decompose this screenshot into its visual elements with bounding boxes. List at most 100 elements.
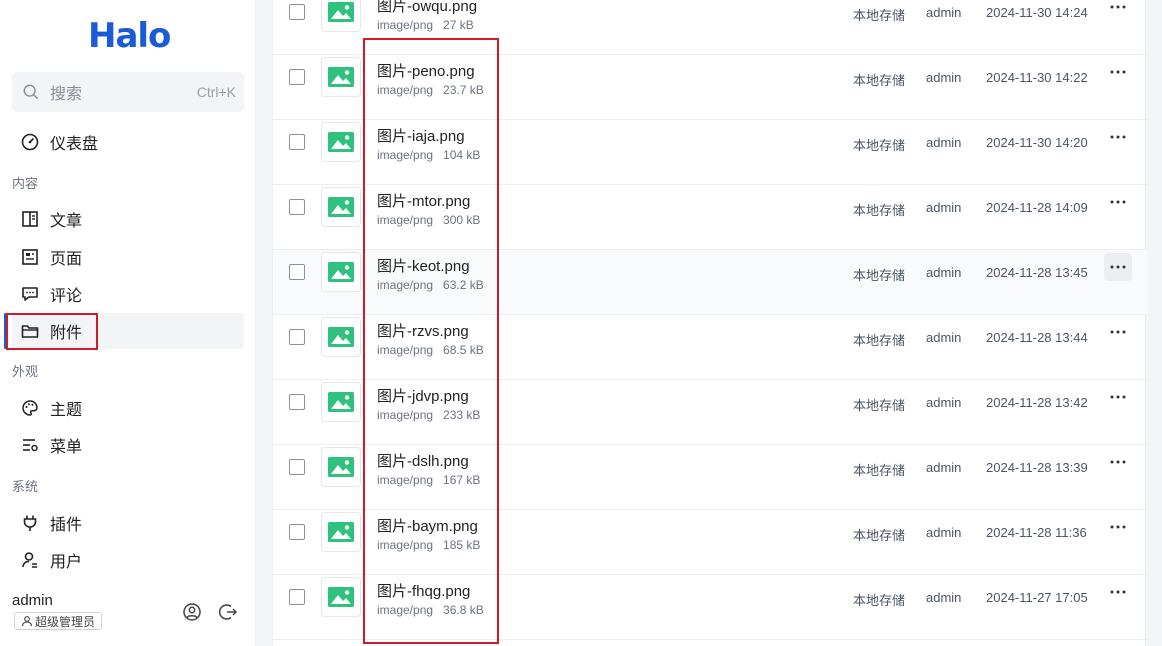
image-icon [328, 2, 354, 22]
sidebar-item-menus[interactable]: 菜单 [12, 427, 244, 463]
file-type: image/png [377, 148, 434, 162]
ellipsis-icon [1110, 5, 1126, 9]
profile-icon[interactable] [182, 602, 202, 622]
image-icon [328, 457, 354, 477]
upload-date: 2024-11-30 14:22 [986, 70, 1088, 85]
ellipsis-icon [1110, 265, 1126, 269]
more-actions-button[interactable] [1104, 253, 1132, 281]
row-checkbox[interactable] [289, 264, 305, 280]
upload-date: 2024-11-28 13:42 [986, 395, 1088, 410]
file-name[interactable]: 图片-mtor.png [377, 190, 470, 211]
table-row[interactable]: 图片-peno.png image/png 23.7 kB 本地存储 admin 2024… [273, 55, 1147, 120]
upload-date: 2024-11-28 13:39 [986, 460, 1088, 475]
table-row[interactable]: 图片-fhqg.png image/png 36.8 kB 本地存储 admin 2024… [273, 575, 1147, 640]
row-checkbox[interactable] [289, 589, 305, 605]
file-thumbnail[interactable] [321, 0, 361, 32]
file-thumbnail[interactable] [321, 57, 361, 97]
table-row[interactable]: 图片-owqu.png image/png 27 kB 本地存储 admin 2024-1… [273, 0, 1147, 55]
table-row[interactable]: 图片-keot.png image/png 63.2 kB 本地存储 admin 2024… [273, 250, 1147, 315]
file-thumbnail[interactable] [321, 252, 361, 292]
table-row[interactable]: 图片-dslh.png image/png 167 kB 本地存储 admin 2024-… [273, 445, 1147, 510]
sidebar: Halo 搜索 Ctrl+K 仪表盘 内容 文章 页面 评论 附件 外观 主题 … [0, 0, 256, 646]
more-actions-button[interactable] [1104, 318, 1132, 346]
file-thumbnail[interactable] [321, 577, 361, 617]
file-thumbnail[interactable] [321, 382, 361, 422]
file-meta: image/png 300 kB [377, 213, 480, 227]
file-owner: admin [926, 135, 962, 150]
dashboard-icon [21, 133, 39, 151]
more-actions-button[interactable] [1104, 123, 1132, 151]
attachment-list: 图片-owqu.png image/png 27 kB 本地存储 admin 2024-1… [272, 0, 1147, 646]
row-checkbox[interactable] [289, 134, 305, 150]
sidebar-item-dashboard[interactable]: 仪表盘 [12, 124, 244, 160]
file-type: image/png [377, 408, 434, 422]
file-size: 233 kB [443, 408, 481, 422]
table-row[interactable]: 图片-iaja.png image/png 104 kB 本地存储 admin 2024-… [273, 120, 1147, 185]
row-checkbox[interactable] [289, 4, 305, 20]
file-size: 185 kB [443, 538, 481, 552]
table-row[interactable]: 图片-jdvp.png image/png 233 kB 本地存储 admin 2024-… [273, 380, 1147, 445]
page-icon [22, 249, 38, 265]
image-icon [328, 327, 354, 347]
file-thumbnail[interactable] [321, 317, 361, 357]
file-name[interactable]: 图片-owqu.png [377, 0, 477, 16]
row-checkbox[interactable] [289, 459, 305, 475]
table-row[interactable]: 图片-rzvs.png image/png 68.5 kB 本地存储 admin 2024… [273, 315, 1147, 380]
sidebar-item-attachments[interactable]: 附件 [12, 313, 244, 349]
search-bar[interactable]: 搜索 Ctrl+K [12, 72, 244, 112]
sidebar-item-posts[interactable]: 文章 [12, 201, 244, 237]
table-row[interactable]: 图片-mtor.png image/png 300 kB 本地存储 admin 2024-… [273, 185, 1147, 250]
sidebar-item-users[interactable]: 用户 [12, 542, 244, 578]
sidebar-item-label: 文章 [50, 213, 83, 230]
table-row[interactable]: 图片-baym.png image/png 185 kB 本地存储 admin 2024-… [273, 510, 1147, 575]
file-name[interactable]: 图片-jdvp.png [377, 385, 469, 406]
halo-logo[interactable]: Halo [88, 16, 171, 56]
upload-date: 2024-11-30 14:24 [986, 5, 1088, 20]
sidebar-item-label: 主题 [50, 402, 83, 419]
file-type: image/png [377, 538, 434, 552]
file-name[interactable]: 图片-rzvs.png [377, 320, 469, 341]
upload-date: 2024-11-30 14:20 [986, 135, 1088, 150]
more-actions-button[interactable] [1104, 58, 1132, 86]
section-appearance-label: 外观 [12, 364, 39, 379]
storage-policy: 本地存储 [853, 73, 906, 88]
file-name[interactable]: 图片-peno.png [377, 60, 475, 81]
storage-policy: 本地存储 [853, 528, 906, 543]
row-checkbox[interactable] [289, 199, 305, 215]
book-icon [22, 211, 38, 227]
sidebar-item-plugins[interactable]: 插件 [12, 505, 244, 541]
more-actions-button[interactable] [1104, 188, 1132, 216]
row-checkbox[interactable] [289, 524, 305, 540]
more-actions-button[interactable] [1104, 383, 1132, 411]
file-name[interactable]: 图片-baym.png [377, 515, 478, 536]
more-actions-button[interactable] [1104, 0, 1132, 21]
row-checkbox[interactable] [289, 69, 305, 85]
sidebar-item-themes[interactable]: 主题 [12, 390, 244, 426]
file-thumbnail[interactable] [321, 187, 361, 227]
more-actions-button[interactable] [1104, 448, 1132, 476]
file-thumbnail[interactable] [321, 122, 361, 162]
row-checkbox[interactable] [289, 394, 305, 410]
ellipsis-icon [1110, 590, 1126, 594]
ellipsis-icon [1110, 330, 1126, 334]
file-owner: admin [926, 330, 962, 345]
file-meta: image/png 23.7 kB [377, 83, 484, 97]
row-checkbox[interactable] [289, 329, 305, 345]
file-name[interactable]: 图片-iaja.png [377, 125, 465, 146]
file-thumbnail[interactable] [321, 447, 361, 487]
file-name[interactable]: 图片-keot.png [377, 255, 470, 276]
file-meta: image/png 36.8 kB [377, 603, 484, 617]
sidebar-item-pages[interactable]: 页面 [12, 239, 244, 275]
logout-icon[interactable] [218, 602, 238, 622]
image-icon [328, 392, 354, 412]
file-name[interactable]: 图片-dslh.png [377, 450, 469, 471]
file-name[interactable]: 图片-fhqg.png [377, 580, 470, 601]
menu-settings-icon [23, 439, 38, 452]
more-actions-button[interactable] [1104, 513, 1132, 541]
more-actions-button[interactable] [1104, 578, 1132, 606]
comment-icon [22, 287, 38, 301]
sidebar-item-comments[interactable]: 评论 [12, 276, 244, 312]
file-owner: admin [926, 265, 962, 280]
file-thumbnail[interactable] [321, 512, 361, 552]
upload-date: 2024-11-28 14:09 [986, 200, 1088, 215]
